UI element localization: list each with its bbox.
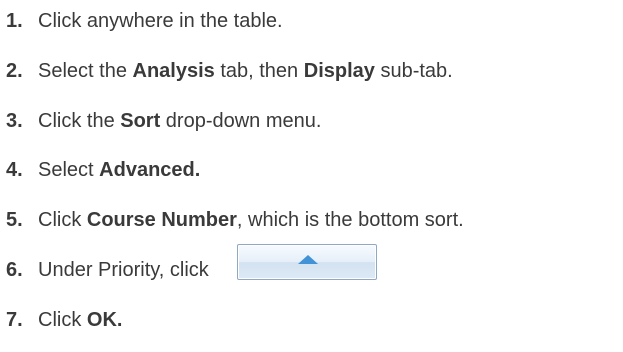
step-text: Click xyxy=(38,309,87,331)
step-number: 2. xyxy=(6,60,23,82)
step-7: 7. Click OK. xyxy=(6,305,122,335)
step-number: 3. xyxy=(6,110,23,132)
step-text: Click anywhere in the table. xyxy=(38,10,283,32)
step-number: 1. xyxy=(6,10,23,32)
analysis-tab-label: Analysis xyxy=(132,60,215,82)
ok-label: OK. xyxy=(86,309,123,331)
step-number: 4. xyxy=(6,159,23,181)
step-number: 6. xyxy=(6,259,23,281)
up-arrow-icon xyxy=(298,255,318,264)
step-text: Click xyxy=(38,209,87,231)
advanced-option-label: Advanced. xyxy=(99,159,201,181)
step-text: Under Priority, click xyxy=(38,259,209,281)
step-number: 7. xyxy=(6,309,23,331)
step-number: 5. xyxy=(6,209,23,231)
step-text: sub-tab. xyxy=(374,60,453,82)
step-5: 5. Click Course Number, which is the bott… xyxy=(6,205,464,235)
display-subtab-label: Display xyxy=(303,60,375,82)
step-1: 1. Click anywhere in the table. xyxy=(6,6,283,36)
step-6: 6. Under Priority, click xyxy=(6,244,377,285)
step-text: , which is the bottom sort. xyxy=(236,209,464,231)
step-4: 4. Select Advanced. xyxy=(6,155,200,185)
course-number-label: Course Number xyxy=(86,209,237,231)
sort-menu-label: Sort xyxy=(120,110,161,132)
step-text: Select xyxy=(38,159,100,181)
step-2: 2. Select the Analysis tab, then Display … xyxy=(6,56,453,86)
priority-up-button[interactable] xyxy=(237,244,377,280)
step-text: Select the xyxy=(38,60,133,82)
step-text: tab, then xyxy=(214,60,304,82)
step-text: Click the xyxy=(38,110,121,132)
step-3: 3. Click the Sort drop-down menu. xyxy=(6,106,321,136)
step-text: drop-down menu. xyxy=(160,110,322,132)
